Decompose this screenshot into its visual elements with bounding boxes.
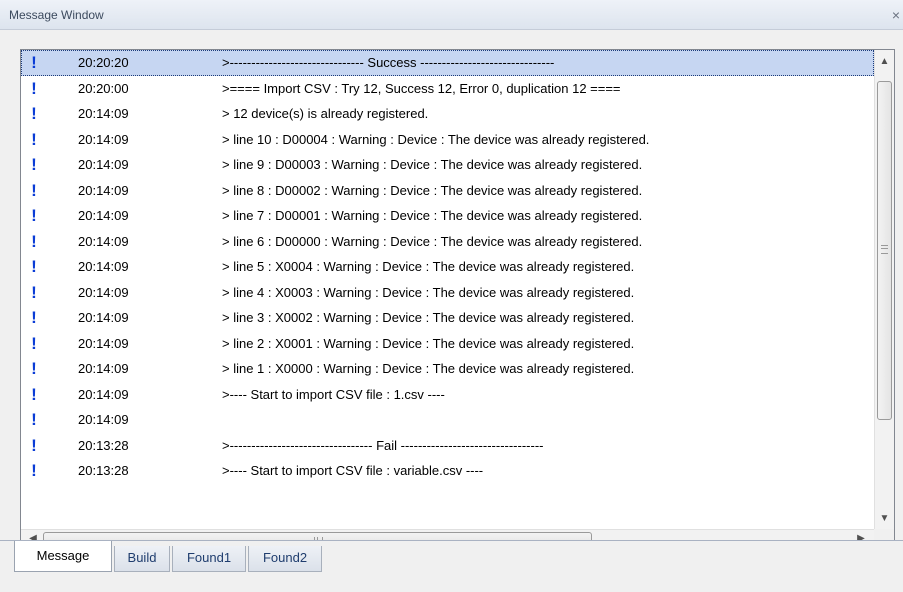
message-row[interactable]: ! 20:14:09 > 12 device(s) is already regis… [21, 101, 874, 127]
message-time: 20:20:00 [78, 80, 129, 96]
tab-message[interactable]: Message [14, 541, 112, 572]
message-row[interactable]: ! 20:14:09 > line 1 : X0000 : Warning : De… [21, 356, 874, 382]
message-row[interactable]: ! 20:14:09 > line 7 : D00001 : Warning : D… [21, 203, 874, 229]
message-list[interactable]: ! 20:20:20 >------------------------------… [20, 49, 895, 550]
scroll-up-icon[interactable]: ▲ [878, 55, 891, 69]
tab-build[interactable]: Build [114, 546, 170, 572]
message-text: >==== Import CSV : Try 12, Success 12, E… [222, 80, 621, 96]
message-time: 20:14:09 [78, 233, 129, 249]
exclamation-icon: ! [31, 104, 37, 123]
tab-bar: Message Build Found1 Found2 [0, 540, 903, 592]
message-row[interactable]: ! 20:14:09 > line 6 : D00000 : Warning : D… [21, 229, 874, 255]
message-time: 20:14:09 [78, 361, 129, 376]
grip-icon [881, 245, 888, 254]
exclamation-icon: ! [31, 333, 37, 353]
message-time: 20:20:20 [78, 55, 129, 70]
message-text: > line 7 : D00001 : Warning : Device : T… [222, 208, 643, 223]
exclamation-icon: ! [31, 461, 37, 480]
message-row[interactable]: ! 20:14:09 > line 2 : X0001 : Warning : De… [21, 331, 874, 357]
message-time: 20:14:09 [78, 106, 129, 121]
message-row[interactable]: ! 20:13:28 >---- Start to import CSV file … [21, 458, 874, 484]
vertical-scroll-thumb[interactable] [877, 81, 892, 420]
vertical-scrollbar[interactable]: ▲ ▼ [874, 50, 894, 531]
message-time: 20:14:09 [78, 259, 129, 274]
exclamation-icon: ! [31, 155, 37, 174]
message-time: 20:14:09 [78, 131, 129, 147]
message-time: 20:13:28 [78, 437, 129, 453]
message-time: 20:14:09 [78, 284, 129, 300]
message-time: 20:14:09 [78, 412, 129, 427]
message-text: > line 9 : D00003 : Warning : Device : T… [222, 157, 643, 172]
message-row[interactable]: ! 20:14:09 [21, 407, 874, 433]
message-text: > 12 device(s) is already registered. [222, 106, 429, 121]
message-text: > line 5 : X0004 : Warning : Device : Th… [222, 259, 635, 274]
title-bar: Message Window × [0, 0, 903, 30]
message-row[interactable]: ! 20:14:09 > line 8 : D00002 : Warning : D… [21, 178, 874, 204]
exclamation-icon: ! [31, 359, 37, 378]
exclamation-icon: ! [31, 78, 37, 98]
tab-found1[interactable]: Found1 [172, 546, 246, 572]
message-time: 20:14:09 [78, 335, 129, 351]
message-time: 20:14:09 [78, 386, 129, 402]
message-text: > line 1 : X0000 : Warning : Device : Th… [222, 361, 635, 376]
scroll-down-icon[interactable]: ▼ [878, 512, 891, 526]
window-title: Message Window [9, 8, 104, 22]
message-time: 20:14:09 [78, 310, 129, 325]
message-text: > line 4 : X0003 : Warning : Device : Th… [222, 284, 635, 300]
message-text: >--------------------------------- Fail … [222, 437, 544, 453]
message-time: 20:13:28 [78, 463, 129, 478]
message-time: 20:14:09 [78, 208, 129, 223]
message-text: >------------------------------- Success… [222, 55, 555, 70]
tab-found2[interactable]: Found2 [248, 546, 322, 572]
message-row[interactable]: ! 20:13:28 >------------------------------… [21, 433, 874, 459]
message-text: >---- Start to import CSV file : variabl… [222, 463, 484, 478]
message-panel: ! 20:20:20 >------------------------------… [0, 30, 903, 550]
exclamation-icon: ! [31, 206, 37, 225]
exclamation-icon: ! [31, 53, 37, 72]
message-text: > line 8 : D00002 : Warning : Device : T… [222, 182, 643, 198]
message-text: > line 10 : D00004 : Warning : Device : … [222, 131, 650, 147]
message-row[interactable]: ! 20:14:09 > line 10 : D00004 : Warning : … [21, 127, 874, 153]
exclamation-icon: ! [31, 410, 37, 429]
exclamation-icon: ! [31, 257, 37, 276]
message-text: > line 3 : X0002 : Warning : Device : Th… [222, 310, 635, 325]
exclamation-icon: ! [31, 129, 37, 149]
exclamation-icon: ! [31, 435, 37, 455]
message-row[interactable]: ! 20:14:09 > line 9 : D00003 : Warning : D… [21, 152, 874, 178]
close-button[interactable]: × [889, 7, 903, 23]
message-time: 20:14:09 [78, 182, 129, 198]
message-text: >---- Start to import CSV file : 1.csv -… [222, 386, 445, 402]
message-rows: ! 20:20:20 >------------------------------… [21, 50, 874, 531]
message-text: > line 2 : X0001 : Warning : Device : Th… [222, 335, 635, 351]
message-text: > line 6 : D00000 : Warning : Device : T… [222, 233, 643, 249]
message-row[interactable]: ! 20:14:09 >---- Start to import CSV file … [21, 382, 874, 408]
message-row[interactable]: ! 20:20:20 >------------------------------… [21, 50, 874, 76]
exclamation-icon: ! [31, 384, 37, 404]
message-row[interactable]: ! 20:14:09 > line 5 : X0004 : Warning : De… [21, 254, 874, 280]
exclamation-icon: ! [31, 180, 37, 200]
exclamation-icon: ! [31, 308, 37, 327]
message-row[interactable]: ! 20:14:09 > line 3 : X0002 : Warning : De… [21, 305, 874, 331]
exclamation-icon: ! [31, 231, 37, 251]
message-row[interactable]: ! 20:20:00 >==== Import CSV : Try 12, Succ… [21, 76, 874, 102]
exclamation-icon: ! [31, 282, 37, 302]
message-time: 20:14:09 [78, 157, 129, 172]
message-row[interactable]: ! 20:14:09 > line 4 : X0003 : Warning : De… [21, 280, 874, 306]
